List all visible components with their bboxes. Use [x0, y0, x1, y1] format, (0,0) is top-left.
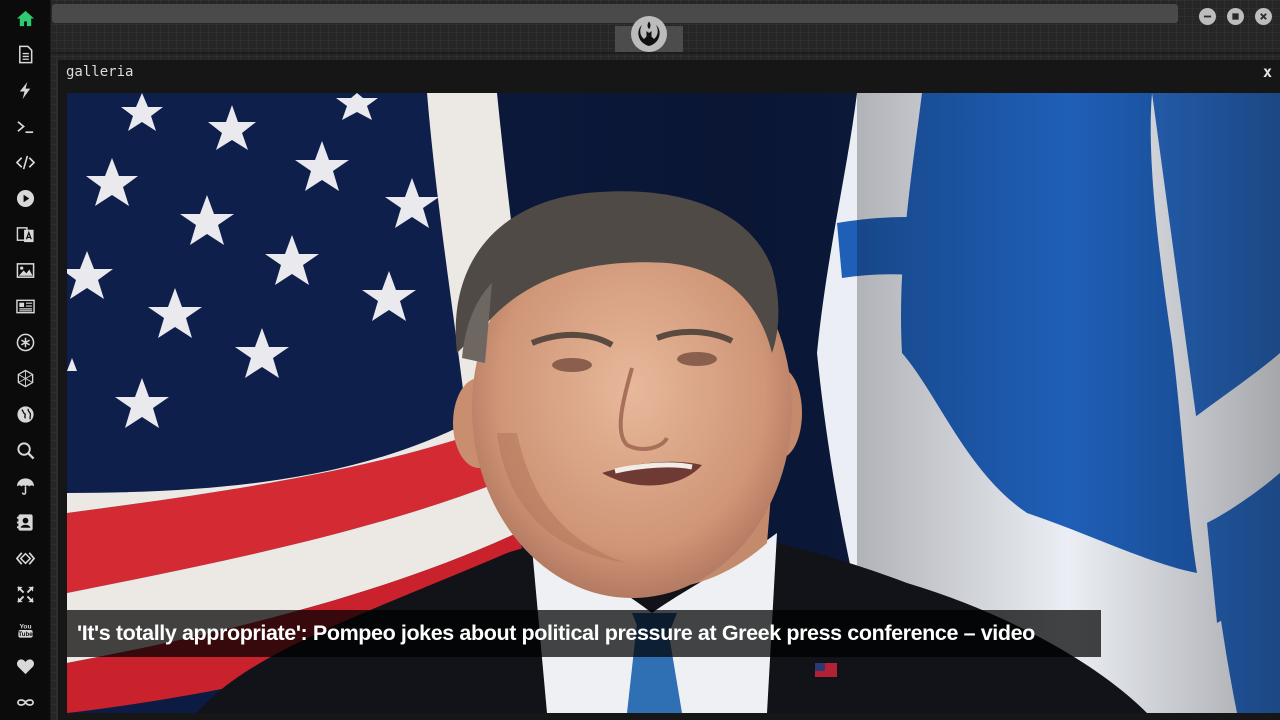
sidebar-item-translate[interactable]: [11, 220, 39, 248]
address-bar[interactable]: [52, 4, 1178, 23]
sidebar-item-expand[interactable]: [11, 580, 39, 608]
sidebar-item-terminal[interactable]: [11, 112, 39, 140]
minimize-button[interactable]: [1199, 8, 1216, 25]
infinity-icon: [16, 698, 34, 706]
sidebar-item-lightning[interactable]: [11, 76, 39, 104]
sidebar-item-asterisk[interactable]: [11, 328, 39, 356]
panel-close-button[interactable]: x: [1263, 63, 1272, 81]
maximize-icon: [1232, 13, 1239, 20]
expand-icon: [16, 585, 34, 603]
lightning-icon: [19, 81, 30, 99]
api-icon: [15, 551, 35, 565]
sidebar-item-youtube[interactable]: You Tube: [11, 616, 39, 644]
sidebar-item-api[interactable]: [11, 544, 39, 572]
heart-icon: [16, 658, 34, 674]
svg-text:Tube: Tube: [18, 631, 33, 638]
contact-icon: [16, 513, 33, 531]
news-icon: [15, 299, 35, 313]
code-icon: [15, 155, 35, 169]
umbrella-icon: [16, 477, 34, 495]
panel-title: galleria: [66, 64, 134, 80]
image-icon: [16, 262, 34, 278]
maximize-button[interactable]: [1227, 8, 1244, 25]
logo-badge: [631, 16, 667, 52]
galleria-panel: galleria x 'It's totally appropriate': P…: [57, 60, 1280, 720]
youtube-icon: YouTube: [17, 623, 33, 638]
gallery-caption[interactable]: 'It's totally appropriate': Pompeo jokes…: [67, 610, 1101, 657]
svg-text:You: You: [19, 623, 31, 630]
sidebar-item-contact[interactable]: [11, 508, 39, 536]
logo-tab[interactable]: [615, 16, 683, 52]
sidebar-item-umbrella[interactable]: [11, 472, 39, 500]
sidebar: You Tube: [0, 0, 51, 720]
search-icon: [16, 441, 34, 459]
sidebar-item-code[interactable]: [11, 148, 39, 176]
sidebar-item-hexagon[interactable]: [11, 364, 39, 392]
sidebar-item-heart[interactable]: [11, 652, 39, 680]
close-icon: [1260, 13, 1267, 20]
sidebar-item-play[interactable]: [11, 184, 39, 212]
sidebar-item-globe[interactable]: [11, 400, 39, 428]
document-icon: [18, 45, 32, 63]
toolbar-divider: [50, 52, 1280, 54]
translate-icon: [16, 226, 34, 242]
close-window-button[interactable]: [1255, 8, 1272, 25]
play-icon: [16, 189, 34, 207]
globe-icon: [16, 405, 34, 423]
sidebar-item-image[interactable]: [11, 256, 39, 284]
sidebar-item-search[interactable]: [11, 436, 39, 464]
sidebar-item-infinity[interactable]: [11, 688, 39, 716]
hexagon-icon: [17, 369, 33, 387]
minimize-icon: [1203, 15, 1212, 18]
terminal-icon: [16, 120, 33, 133]
asterisk-icon: [16, 333, 34, 351]
sidebar-item-news[interactable]: [11, 292, 39, 320]
gallery-image[interactable]: 'It's totally appropriate': Pompeo jokes…: [67, 93, 1280, 713]
sidebar-item-home[interactable]: [11, 4, 39, 32]
rebel-alliance-icon: [638, 21, 660, 46]
home-icon: [16, 10, 34, 26]
sidebar-item-document[interactable]: [11, 40, 39, 68]
